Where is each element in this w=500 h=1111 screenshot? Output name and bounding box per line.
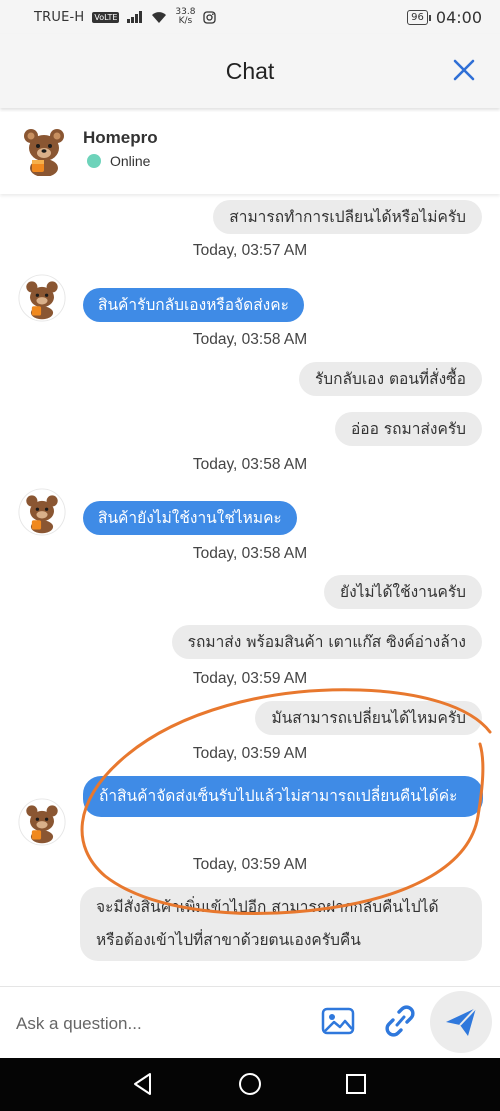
image-icon[interactable]: [320, 1004, 356, 1040]
bear-avatar-icon: [24, 129, 64, 176]
message-outgoing: รถมาส่ง พร้อมสินค้า เตาแก๊ส ซิงค์อ่างล้า…: [171, 625, 482, 659]
status-bar: TRUE-H VoLTE 33.8 K/s 96 04:00: [0, 0, 500, 34]
message-outgoing: จะมีสั่งสินค้าเพิ่มเข้าไปอีก สามารถฝากกล…: [80, 887, 482, 961]
agent-info: Homepro Online: [0, 112, 500, 194]
message-timestamp: Today, 03:58 AM: [192, 545, 308, 562]
battery-indicator: 96: [407, 9, 431, 25]
volte-badge: VoLTE: [92, 11, 120, 23]
bear-avatar-icon: [18, 274, 66, 322]
send-icon: [446, 1007, 477, 1036]
bear-avatar-icon: [18, 488, 66, 536]
home-icon[interactable]: [237, 1071, 263, 1097]
system-nav-bar: [0, 1058, 500, 1111]
message-outgoing: รับกลับเอง ตอนที่สั่งซื้อ: [298, 362, 482, 396]
message-outgoing: มันสามารถเปลี่ยนได้ไหมครับ: [255, 701, 482, 735]
agent-status-label: Online: [110, 153, 151, 169]
message-incoming: ถ้าสินค้าจัดส่งเซ็นรับไปแล้วไม่สามารถเปล…: [83, 776, 483, 817]
page-title: Chat: [225, 57, 275, 84]
message-timestamp: Today, 03:58 AM: [192, 456, 308, 473]
network-speed-unit: K/s: [178, 16, 193, 26]
agent-name: Homepro: [83, 128, 158, 147]
agent-status: Online: [87, 153, 150, 169]
clock: 04:00: [435, 7, 482, 27]
online-status-icon: [87, 154, 101, 168]
message-timestamp: Today, 03:59 AM: [192, 856, 308, 873]
message-timestamp: Today, 03:58 AM: [192, 331, 308, 348]
instagram-icon: [203, 10, 217, 24]
message-input[interactable]: [16, 1007, 296, 1041]
close-icon[interactable]: [450, 56, 478, 84]
back-icon[interactable]: [130, 1071, 156, 1097]
signal-icon: [127, 11, 143, 23]
bear-avatar-icon: [18, 798, 66, 846]
chat-messages[interactable]: สามารถทำการเปลียนได้หรือไม่ครับ Today, 0…: [0, 196, 500, 986]
network-speed: 33.8 K/s: [175, 8, 195, 26]
message-outgoing: อ่ออ รถมาส่งครับ: [334, 412, 482, 446]
carrier-label: TRUE-H: [34, 9, 85, 25]
send-button[interactable]: [430, 991, 492, 1053]
link-icon[interactable]: [382, 1002, 418, 1040]
message-timestamp: Today, 03:59 AM: [192, 745, 308, 762]
message-incoming: สินค้ายังไม่ใช้งานใช่ไหมคะ: [83, 501, 297, 535]
message-composer: [0, 986, 500, 1058]
chat-header: Chat: [0, 34, 500, 108]
message-outgoing: ยังไม่ได้ใช้งานครับ: [323, 575, 482, 609]
recents-icon[interactable]: [343, 1071, 369, 1097]
message-outgoing: สามารถทำการเปลียนได้หรือไม่ครับ: [213, 200, 482, 234]
message-incoming: สินค้ารับกลับเองหรือจัดส่งคะ: [83, 288, 304, 322]
wifi-icon: [152, 11, 167, 23]
message-timestamp: Today, 03:57 AM: [192, 242, 308, 259]
message-timestamp: Today, 03:59 AM: [192, 670, 308, 687]
